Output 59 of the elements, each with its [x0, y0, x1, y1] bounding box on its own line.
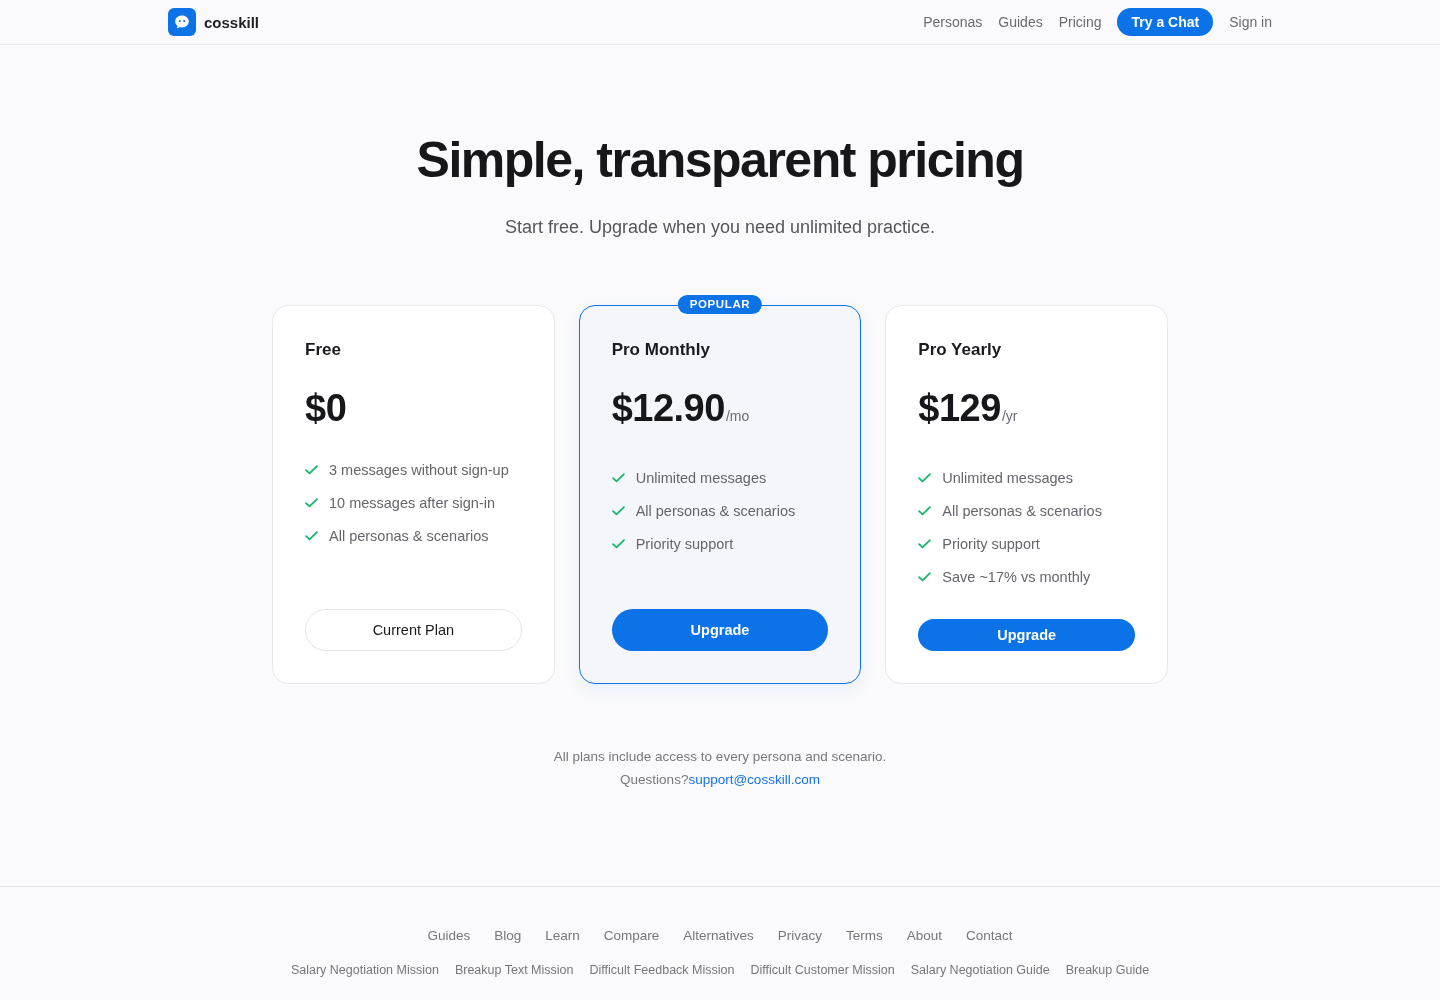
footer-link[interactable]: Privacy	[777, 926, 823, 946]
brand-name[interactable]: cosskill	[204, 13, 260, 31]
footer-link[interactable]: Breakup Guide	[1065, 961, 1150, 979]
plan-button[interactable]: Upgrade	[611, 609, 829, 651]
popular-badge: POPULAR	[677, 295, 763, 314]
footer-link[interactable]: Difficult Feedback Mission	[589, 961, 735, 979]
feature-text: Unlimited messages	[942, 469, 1073, 488]
check-icon	[305, 498, 318, 508]
footer-link[interactable]: Learn	[545, 926, 580, 946]
try-chat-button[interactable]: Try a Chat	[1117, 8, 1214, 36]
questions-text: Questions?	[620, 772, 689, 787]
page-subtitle: Start free. Upgrade when you need unlimited practice.	[504, 216, 936, 239]
check-icon	[918, 506, 932, 516]
check-icon	[611, 539, 625, 549]
feature-text: 10 messages after sign-in	[329, 494, 496, 513]
plan-button[interactable]: Upgrade	[918, 619, 1135, 651]
footer-link[interactable]: Alternatives	[683, 926, 754, 946]
footer-link[interactable]: Breakup Text Mission	[454, 961, 574, 979]
footer-link[interactable]: Difficult Customer Mission	[750, 961, 895, 979]
feature-text: Save ~17% vs monthly	[942, 568, 1091, 587]
feature-text: Unlimited messages	[635, 469, 767, 488]
footer-link[interactable]: Guides	[427, 926, 471, 946]
price-period: /mo	[725, 407, 750, 426]
plan-name: Pro Yearly	[918, 339, 1002, 361]
check-icon	[918, 539, 932, 549]
check-icon	[918, 572, 932, 582]
footer-link[interactable]: Salary Negotiation Guide	[910, 961, 1050, 979]
feature-text: 3 messages without sign-up	[329, 461, 509, 480]
email-link[interactable]: support@cosskill.com	[688, 772, 820, 787]
price-period: /yr	[1001, 407, 1018, 426]
plan-name: Free	[305, 339, 341, 361]
check-icon	[305, 465, 318, 475]
check-icon	[305, 531, 318, 541]
nav-link[interactable]: Sign in	[1229, 12, 1272, 32]
check-icon	[918, 473, 932, 483]
plan-price: $12.90	[611, 386, 725, 431]
feature-text: Priority support	[942, 535, 1040, 554]
footer-link[interactable]: Terms	[846, 926, 883, 946]
nav-link[interactable]: Personas	[923, 12, 983, 32]
plan-name: Pro Monthly	[611, 339, 710, 361]
check-icon	[611, 506, 625, 516]
feature-text: All personas & scenarios	[329, 527, 489, 546]
plans-note: All plans include access to every persona and scenario.	[553, 748, 887, 766]
footer-link[interactable]: Contact	[966, 926, 1013, 946]
footer-link[interactable]: Compare	[603, 926, 660, 946]
footer-link[interactable]: Blog	[494, 926, 522, 946]
feature-text: All personas & scenarios	[635, 502, 796, 521]
feature-text: Priority support	[635, 535, 734, 554]
footer-link[interactable]: About	[906, 926, 943, 946]
chat-logo-icon[interactable]	[168, 8, 196, 36]
nav-link[interactable]: Pricing	[1058, 12, 1102, 32]
plan-price: $129	[918, 386, 1001, 431]
check-icon	[611, 473, 625, 483]
page-title: Simple, transparent pricing	[416, 131, 1024, 190]
plan-button[interactable]: Current Plan	[305, 609, 522, 651]
feature-text: All personas & scenarios	[942, 502, 1102, 521]
footer-link[interactable]: Salary Negotiation Mission	[290, 961, 439, 979]
plan-price: $0	[305, 386, 347, 431]
nav-link[interactable]: Guides	[998, 12, 1043, 32]
